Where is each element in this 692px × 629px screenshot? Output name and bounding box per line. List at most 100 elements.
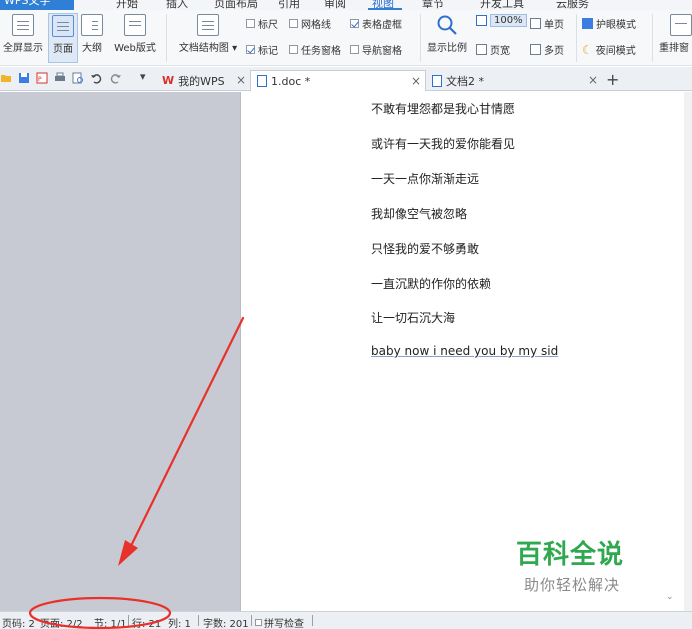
menu-chapter[interactable]: 章节 [422, 0, 444, 10]
magnifier-icon [436, 14, 458, 36]
page-margin-background [0, 92, 240, 611]
close-icon[interactable]: × [411, 74, 421, 88]
menu-insert[interactable]: 插入 [166, 0, 188, 10]
zoom-label: 显示比例 [427, 43, 467, 54]
multi-page-label: 多页 [544, 46, 564, 57]
checkbox-checked [246, 45, 255, 54]
ribbon-separator [576, 14, 577, 62]
new-tab-button[interactable]: + [606, 70, 619, 89]
table-gridlines-label: 表格虚框 [362, 20, 402, 31]
checkbox-box [350, 45, 359, 54]
zoom-100-button[interactable]: 100% [476, 14, 527, 27]
menu-cloud[interactable]: 云服务 [556, 0, 589, 10]
document-line[interactable]: 只怪我的爱不够勇敢 [371, 240, 479, 257]
menu-review[interactable]: 审阅 [324, 0, 346, 10]
document-line[interactable]: 一天一点你渐渐走远 [371, 170, 479, 187]
eye-mode-label: 护眼模式 [596, 20, 636, 31]
document-icon [432, 74, 442, 87]
tab-label: 文档2 * [446, 74, 484, 88]
zoom-button[interactable]: 显示比例 [424, 14, 470, 54]
marks-checkbox[interactable]: 标记 [246, 42, 278, 57]
gridlines-checkbox[interactable]: 网格线 [289, 16, 331, 31]
close-icon[interactable]: × [236, 73, 246, 87]
vertical-scrollbar[interactable] [684, 92, 692, 611]
tab-label: 1.doc * [271, 74, 311, 88]
gridlines-label: 网格线 [301, 20, 331, 31]
marks-label: 标记 [258, 46, 278, 57]
document-page[interactable]: 不敢有埋怨都是我心甘情愿 或许有一天我的爱你能看见 一天一点你渐渐走远 我却像空… [240, 92, 692, 611]
print-preview-icon[interactable] [72, 72, 84, 84]
document-line[interactable]: 让一切石沉大海 [371, 309, 455, 326]
single-page-icon [530, 18, 541, 29]
chevron-double-down-icon[interactable]: ⌄ [666, 592, 674, 602]
open-folder-icon[interactable] [0, 72, 12, 84]
outline-button[interactable]: 大纲 [80, 14, 104, 54]
doc-structure-button[interactable]: 文档结构图 ▾ [174, 14, 242, 54]
document-line[interactable]: baby now i need you by my sid [371, 344, 558, 358]
close-icon[interactable]: × [588, 73, 598, 87]
moon-icon: ☾ [582, 42, 593, 57]
ribbon-separator [652, 14, 653, 62]
export-pdf-icon[interactable]: P [36, 72, 48, 84]
page-view-label: 页面 [53, 44, 73, 55]
print-icon[interactable] [54, 72, 66, 84]
status-column: 列: 1 [168, 619, 191, 629]
rearrange-window-button[interactable]: 重排窗 [656, 14, 692, 54]
tab-doc2[interactable]: 文档2 * × [426, 70, 602, 91]
nav-pane-checkbox[interactable]: 导航窗格 [350, 42, 402, 57]
web-layout-label: Web版式 [114, 43, 156, 54]
ruler-checkbox[interactable]: 标尺 [246, 16, 278, 31]
status-separator [128, 615, 129, 626]
document-line[interactable]: 我却像空气被忽略 [371, 205, 467, 222]
document-line[interactable]: 不敢有埋怨都是我心甘情愿 [371, 100, 515, 117]
chevron-down-icon: ▾ [228, 43, 238, 54]
status-page-count[interactable]: 页面: 2/2 [40, 615, 83, 629]
shield-icon [582, 18, 593, 29]
status-page-number[interactable]: 页码: 2 [2, 615, 35, 629]
status-word-count[interactable]: 字数: 201 [203, 615, 249, 629]
night-mode-button[interactable]: ☾ 夜间模式 [582, 42, 636, 58]
task-pane-label: 任务窗格 [301, 46, 341, 57]
page-view-button[interactable]: 页面 [48, 13, 78, 63]
menu-page-layout[interactable]: 页面布局 [214, 0, 258, 10]
tab-my-wps[interactable]: W 我的WPS × [156, 70, 250, 91]
web-layout-icon [124, 14, 146, 36]
zoom-100-label: 100% [490, 14, 527, 27]
page-width-button[interactable]: 页宽 [476, 42, 510, 57]
document-tab-bar: P ▾ W 我的WPS × 1.doc * × 文档2 * × [0, 67, 692, 91]
watermark-subtitle: 助你轻松解决 [524, 576, 621, 594]
single-page-button[interactable]: 单页 [530, 16, 564, 31]
ribbon-separator [420, 14, 421, 62]
document-line[interactable]: 或许有一天我的爱你能看见 [371, 135, 515, 152]
ruler-label: 标尺 [258, 20, 278, 31]
spell-check-toggle[interactable]: 拼写检查 [255, 615, 304, 629]
menu-home[interactable]: 开始 [116, 0, 138, 10]
multi-page-button[interactable]: 多页 [530, 42, 564, 57]
document-line[interactable]: 一直沉默的作你的依赖 [371, 275, 491, 292]
doc-structure-label: 文档结构图 [178, 43, 229, 54]
night-mode-label: 夜间模式 [595, 46, 636, 57]
save-icon[interactable] [18, 72, 30, 84]
chevron-down-icon[interactable]: ▾ [140, 70, 146, 83]
nav-pane-label: 导航窗格 [362, 46, 402, 57]
web-layout-button[interactable]: Web版式 [110, 14, 160, 54]
wps-logo-icon: W [162, 74, 175, 87]
redo-icon[interactable] [110, 72, 122, 84]
ribbon-separator [166, 14, 167, 62]
status-separator [198, 615, 199, 626]
table-gridlines-checkbox[interactable]: 表格虚框 [350, 16, 402, 31]
menu-references[interactable]: 引用 [278, 0, 300, 10]
fullscreen-label: 全屏显示 [3, 43, 43, 54]
doc-structure-icon [197, 14, 219, 36]
eye-mode-button[interactable]: 护眼模式 [582, 16, 636, 31]
rearrange-window-icon [670, 14, 692, 36]
outline-label: 大纲 [82, 43, 102, 54]
app-menu-button[interactable]: WPS文字 [0, 0, 74, 10]
fullscreen-button[interactable]: 全屏显示 [1, 14, 45, 54]
checkbox-box [289, 45, 298, 54]
menu-developer[interactable]: 开发工具 [480, 0, 524, 10]
page-view-icon [52, 15, 74, 37]
tab-doc1[interactable]: 1.doc * × [250, 70, 426, 91]
task-pane-checkbox[interactable]: 任务窗格 [289, 42, 341, 57]
undo-icon[interactable] [90, 72, 102, 84]
